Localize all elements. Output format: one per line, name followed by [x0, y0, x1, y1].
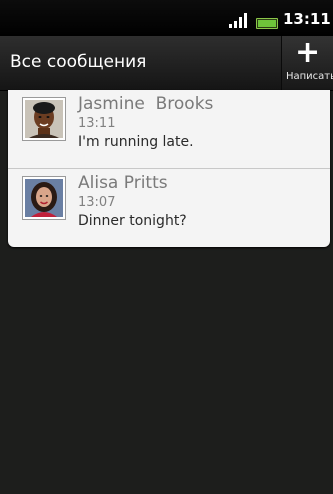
- message-time: 13:11: [78, 116, 116, 131]
- header: Все сообщения + Написать: [0, 36, 333, 91]
- contact-photo-icon: [25, 100, 63, 138]
- contact-name: Jasmine Brooks: [78, 94, 214, 114]
- message-preview: Dinner tonight?: [78, 213, 187, 229]
- status-clock: 13:11: [283, 10, 331, 28]
- contact-photo-icon: [25, 179, 63, 217]
- message-thread-list: Jasmine Brooks 13:11 I'm running late. A…: [8, 90, 330, 247]
- status-bar: 13:11: [0, 0, 333, 36]
- avatar: [22, 176, 66, 220]
- page-title: Все сообщения: [10, 52, 147, 72]
- plus-icon: +: [295, 36, 321, 70]
- contact-name: Alisa Pritts: [78, 173, 168, 193]
- thread-item-jasmine-brooks[interactable]: Jasmine Brooks 13:11 I'm running late.: [8, 90, 330, 168]
- compose-label: Написать: [286, 71, 333, 82]
- message-time: 13:07: [78, 195, 116, 210]
- message-preview: I'm running late.: [78, 134, 194, 150]
- signal-bars-icon: [229, 13, 247, 28]
- thread-item-alisa-pritts[interactable]: Alisa Pritts 13:07 Dinner tonight?: [8, 168, 330, 247]
- avatar: [22, 97, 66, 141]
- battery-icon: [256, 18, 278, 29]
- compose-button[interactable]: + Написать: [281, 36, 333, 90]
